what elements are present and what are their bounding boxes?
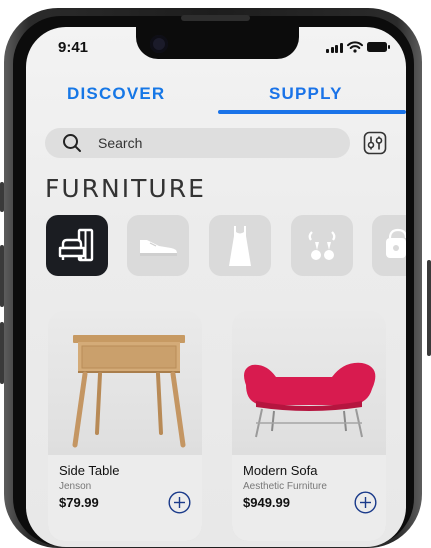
tab-supply[interactable]: SUPPLY	[269, 84, 343, 104]
front-camera	[150, 35, 168, 53]
speaker-grille	[181, 15, 250, 21]
dress-icon	[229, 225, 251, 266]
product-name: Modern Sofa	[243, 463, 318, 478]
sofa-cabinet-icon	[58, 228, 94, 261]
phone-frame: 9:41 DISCOVER SUPPLY Search FURNITURE Si…	[0, 0, 431, 548]
add-to-cart-button[interactable]	[168, 491, 191, 514]
status-icons	[326, 41, 390, 53]
filter-icon[interactable]	[363, 131, 387, 155]
modern-sofa-image	[244, 362, 376, 438]
add-to-cart-button[interactable]	[354, 491, 377, 514]
product-name: Side Table	[59, 463, 120, 478]
product-info: Side Table Jenson $79.99	[48, 455, 202, 541]
category-jewelry[interactable]	[291, 215, 353, 276]
power-button	[427, 260, 431, 356]
search-input[interactable]: Search	[98, 135, 142, 151]
side-table-image	[72, 335, 186, 448]
active-tab-indicator	[218, 110, 406, 114]
product-card[interactable]: Modern Sofa Aesthetic Furniture $949.99	[232, 311, 386, 541]
status-time: 9:41	[58, 39, 89, 56]
sneaker-icon	[140, 239, 177, 256]
product-brand: Aesthetic Furniture	[243, 481, 327, 492]
handbag-icon	[386, 228, 406, 258]
category-furniture[interactable]	[46, 215, 108, 276]
cellular-signal-icon	[326, 42, 343, 53]
battery-icon	[366, 42, 390, 52]
category-clothing[interactable]	[209, 215, 271, 276]
wifi-icon	[346, 41, 363, 53]
earrings-icon	[308, 230, 336, 260]
product-brand: Jenson	[59, 481, 92, 492]
product-info: Modern Sofa Aesthetic Furniture $949.99	[232, 455, 386, 541]
category-bags[interactable]	[372, 215, 406, 276]
page-title: FURNITURE	[45, 174, 206, 203]
tab-discover[interactable]: DISCOVER	[67, 84, 165, 104]
search-icon	[63, 134, 81, 152]
category-shoes[interactable]	[127, 215, 189, 276]
product-card[interactable]: Side Table Jenson $79.99	[48, 311, 202, 541]
search-bar[interactable]: Search	[45, 128, 350, 158]
